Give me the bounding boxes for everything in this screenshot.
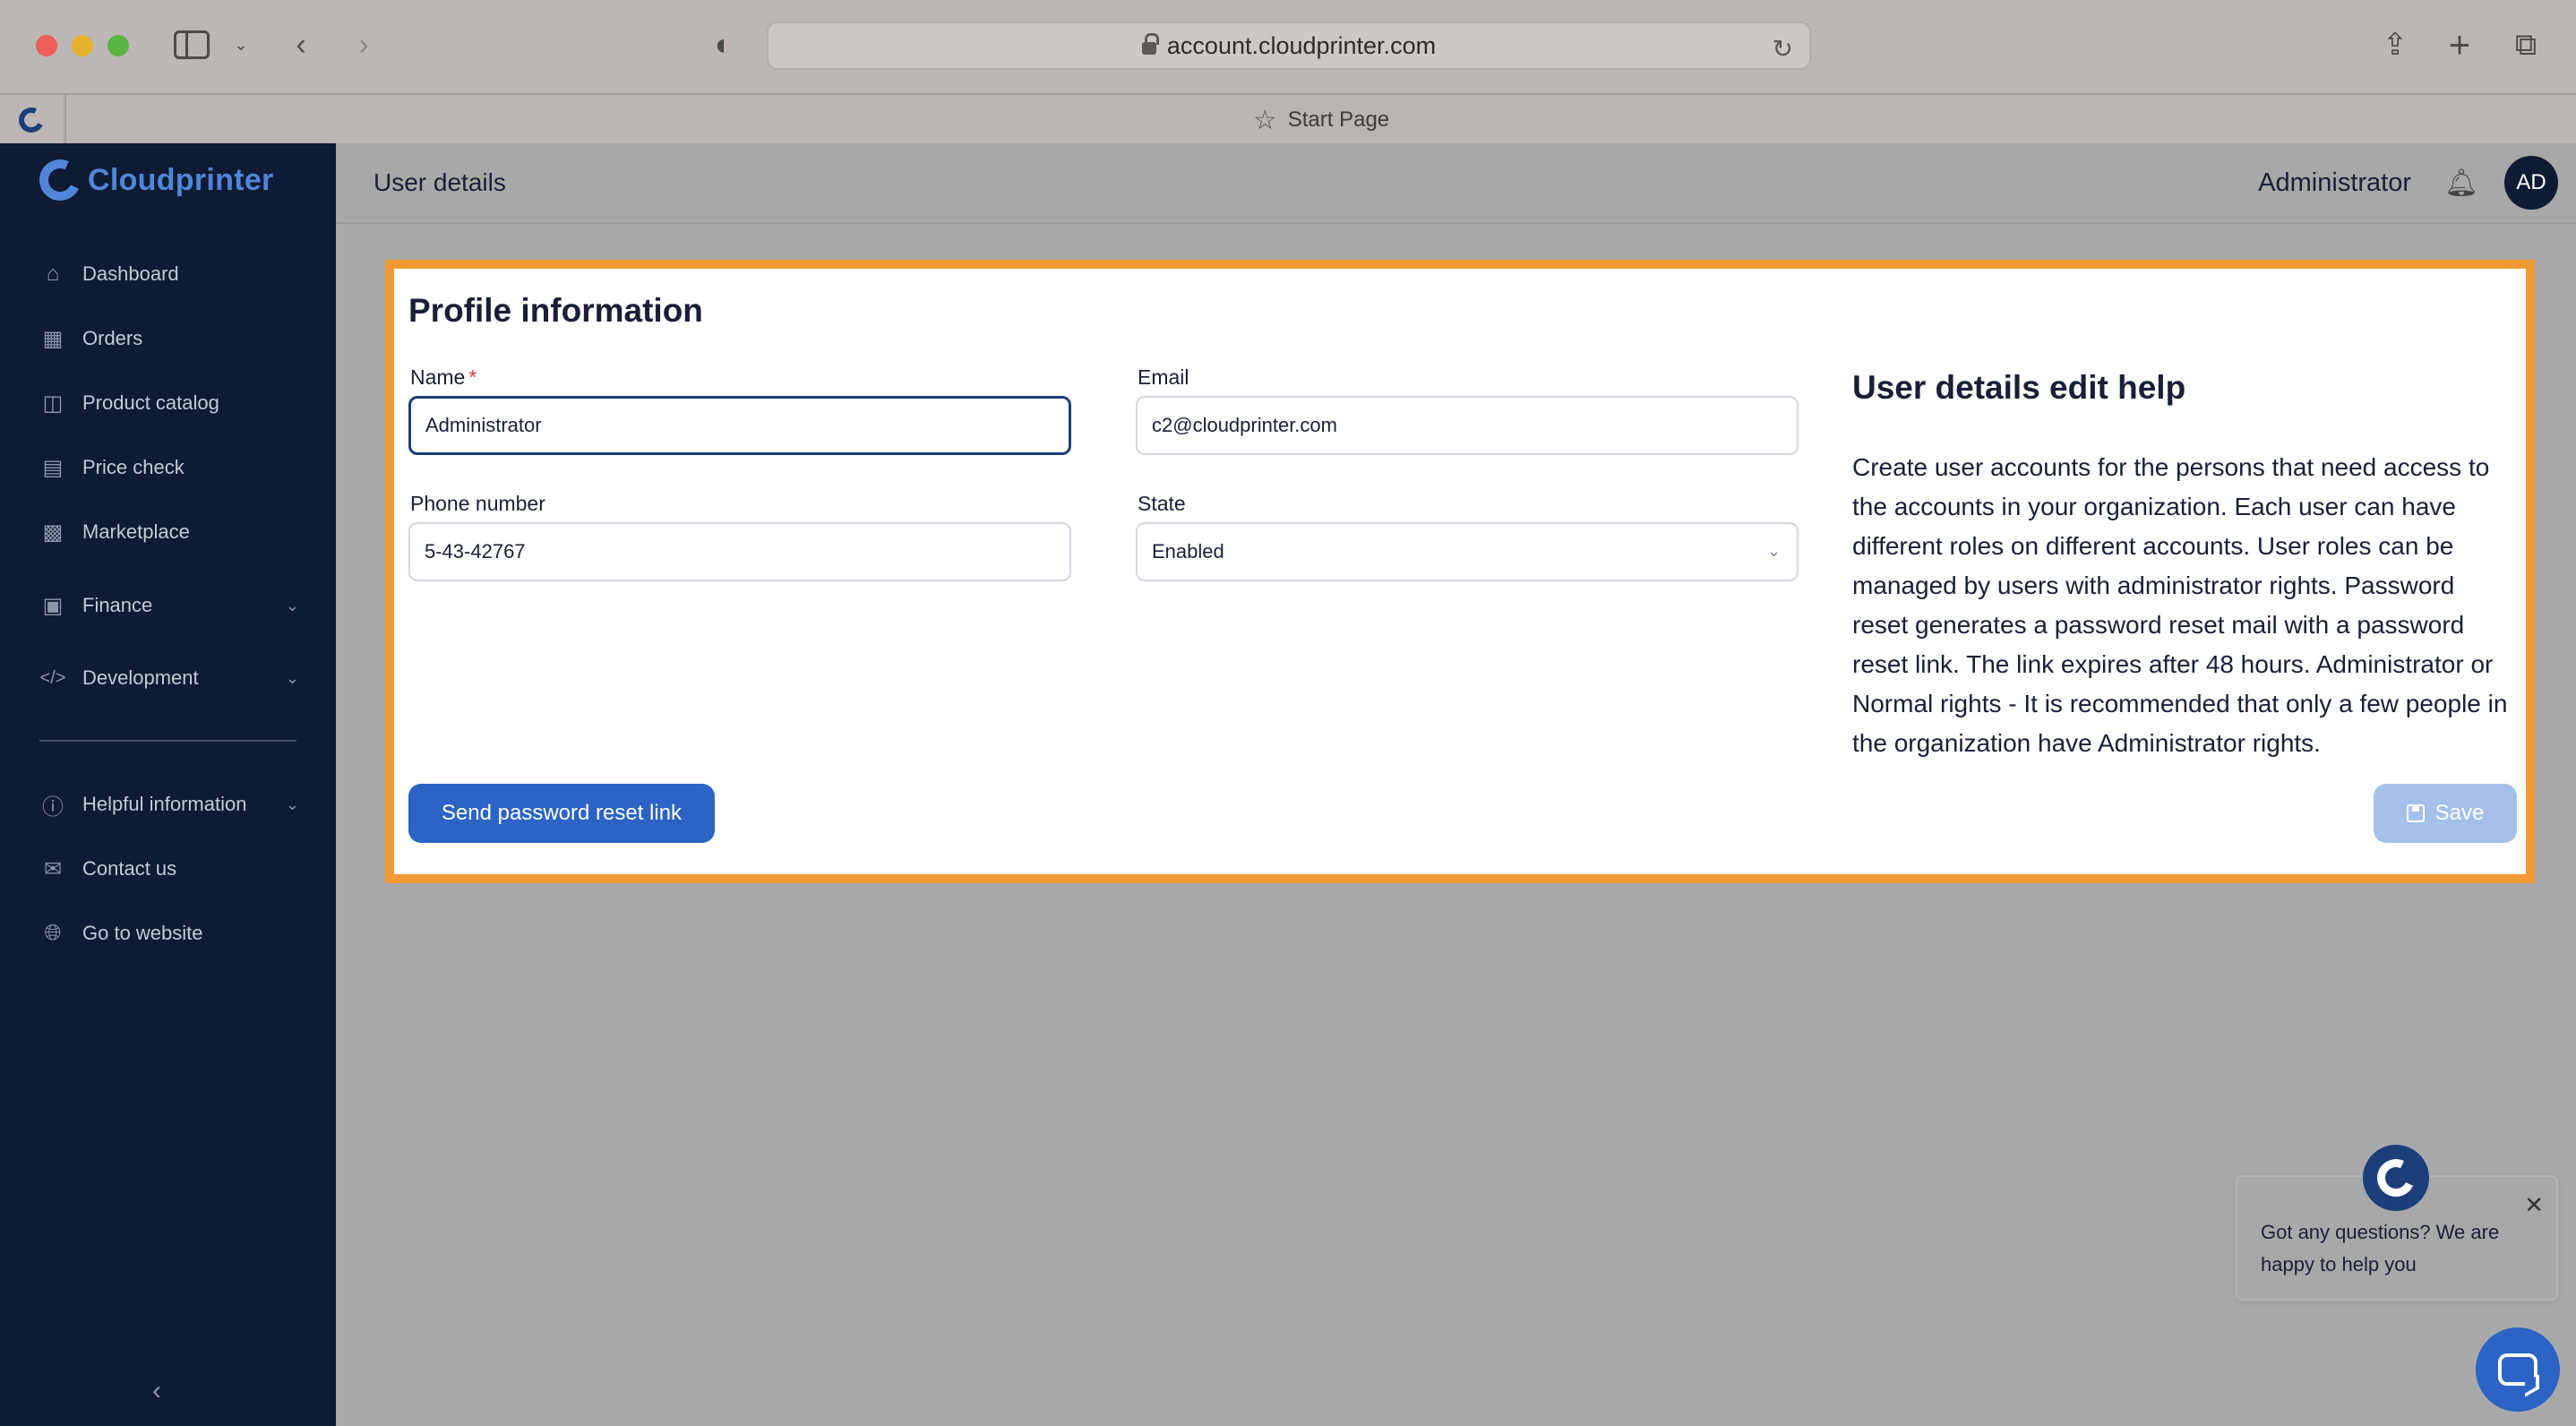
sidebar-item-label: Finance xyxy=(82,594,153,616)
collapse-sidebar-icon[interactable]: ‹ xyxy=(152,1376,161,1406)
sidebar-item-label: Orders xyxy=(82,327,143,349)
user-name[interactable]: Administrator xyxy=(2258,168,2411,198)
chevron-down-icon: ⌄ xyxy=(285,596,299,614)
save-button-label: Save xyxy=(2434,801,2485,825)
save-button[interactable]: Save xyxy=(2374,784,2517,843)
orders-icon: ▦ xyxy=(42,326,64,351)
share-icon[interactable]: ⇪ xyxy=(2377,25,2413,64)
phone-field[interactable]: 5-43-42767 xyxy=(408,522,1071,581)
tabs-overview-icon[interactable]: ⧉ xyxy=(2508,25,2544,64)
phone-label: Phone number xyxy=(410,492,545,515)
save-icon xyxy=(2406,804,2425,822)
sidebar-item-development[interactable]: </> Development ⌄ xyxy=(39,658,299,698)
sidebar-item-go-to-website[interactable]: 🌐︎ Go to website xyxy=(39,914,299,953)
sidebar-item-label: Product catalog xyxy=(82,391,219,414)
email-field-value: c2@cloudprinter.com xyxy=(1152,414,1337,436)
sidebar-item-label: Contact us xyxy=(82,857,177,880)
question-icon: ⓘ xyxy=(42,795,64,820)
cloudprinter-favicon-icon[interactable] xyxy=(0,95,63,145)
sidebar-item-product-catalog[interactable]: ◫ Product catalog xyxy=(39,383,299,423)
chevron-down-icon: ⌄ xyxy=(1766,542,1781,560)
state-select[interactable]: Enabled ⌄ xyxy=(1136,522,1799,581)
maximize-window-button[interactable] xyxy=(107,35,129,56)
home-icon: ⌂ xyxy=(46,262,60,286)
profile-heading: Profile information xyxy=(408,292,703,329)
close-window-button[interactable] xyxy=(36,35,57,56)
name-field-value: Administrator xyxy=(425,414,542,436)
name-label: Name * xyxy=(410,365,477,390)
sidebar-item-orders[interactable]: ▦ Orders xyxy=(39,319,299,358)
sidebar-item-label: Development xyxy=(82,666,199,689)
sidebar-item-marketplace[interactable]: ▩ Marketplace xyxy=(39,512,299,552)
brand-name: Cloudprinter xyxy=(88,162,274,197)
code-icon: </> xyxy=(39,667,66,688)
sidebar-item-helpful-information[interactable]: ⓘ Helpful information ⌄ xyxy=(39,785,299,824)
chevron-down-icon: ⌄ xyxy=(285,795,299,813)
chevron-down-icon: ⌄ xyxy=(285,668,299,687)
name-label-text: Name xyxy=(410,365,466,389)
state-select-value: Enabled xyxy=(1152,540,1224,563)
email-label: Email xyxy=(1138,365,1189,389)
brand-logo[interactable]: Cloudprinter xyxy=(33,153,274,207)
help-title: User details edit help xyxy=(1852,369,2186,406)
back-icon[interactable]: ‹ xyxy=(285,27,317,63)
sidebar-item-label: Dashboard xyxy=(82,262,179,285)
sidebar-item-label: Helpful information xyxy=(82,793,247,815)
chat-agent-avatar xyxy=(2363,1145,2429,1211)
sidebar-item-label: Marketplace xyxy=(82,520,190,543)
tab-title: Start Page xyxy=(1287,107,1390,132)
star-icon: ☆ xyxy=(1252,105,1277,135)
bell-icon[interactable]: 🔔︎ xyxy=(2444,167,2478,199)
chat-bubble-icon xyxy=(2498,1353,2537,1386)
email-field[interactable]: c2@cloudprinter.com xyxy=(1136,396,1799,455)
lock-icon xyxy=(1141,33,1159,55)
marketplace-icon: ▩ xyxy=(42,520,64,545)
sidebar-item-price-check[interactable]: ▤ Price check xyxy=(39,448,299,487)
new-tab-icon[interactable]: + xyxy=(2442,25,2477,64)
cloudprinter-logo-icon xyxy=(2372,1154,2420,1202)
catalog-icon: ◫ xyxy=(42,391,64,416)
chat-message: Got any questions? We are happy to help … xyxy=(2261,1221,2500,1276)
chevron-down-icon[interactable]: ⌄ xyxy=(231,30,251,59)
finance-icon: ▣ xyxy=(42,593,64,618)
send-password-reset-button[interactable]: Send password reset link xyxy=(408,784,715,843)
avatar[interactable]: AD xyxy=(2504,156,2558,210)
sidebar-item-finance[interactable]: ▣ Finance ⌄ xyxy=(39,586,299,625)
chat-icon: ✉ xyxy=(43,856,63,881)
page-title: User details xyxy=(374,168,506,196)
sidebar-item-dashboard[interactable]: ⌂ Dashboard xyxy=(39,254,299,294)
browser-toolbar: ⌄ ‹ › ◐ account.cloudprinter.com ↻ ⇪ + ⧉ xyxy=(0,0,2576,93)
chat-launcher-button[interactable] xyxy=(2476,1327,2560,1412)
receipt-icon: ▤ xyxy=(42,455,64,480)
globe-icon: 🌐︎ xyxy=(44,921,62,945)
reload-icon[interactable]: ↻ xyxy=(1773,34,1793,64)
sidebar: Cloudprinter ⌂ Dashboard ▦ Orders ◫ Prod… xyxy=(0,143,336,1426)
tab-start-page[interactable]: ☆ Start Page xyxy=(64,95,2576,145)
sidebar-toggle-icon[interactable] xyxy=(174,30,210,59)
required-marker: * xyxy=(468,365,477,389)
name-field[interactable]: Administrator xyxy=(408,396,1071,455)
profile-card: Profile information Name * Administrator … xyxy=(385,260,2535,883)
cloudprinter-logo-icon xyxy=(33,153,87,207)
app-header: User details Administrator 🔔︎ AD xyxy=(336,143,2576,224)
sidebar-divider xyxy=(39,740,296,742)
state-label: State xyxy=(1138,492,1186,515)
sidebar-item-label: Price check xyxy=(82,456,185,478)
sidebar-item-label: Go to website xyxy=(82,922,203,944)
url-text: account.cloudprinter.com xyxy=(1166,31,1437,59)
address-bar[interactable]: account.cloudprinter.com ↻ xyxy=(767,21,1811,70)
phone-field-value: 5-43-42767 xyxy=(425,540,526,563)
close-icon[interactable]: ✕ xyxy=(2524,1191,2544,1219)
help-body: Create user accounts for the persons tha… xyxy=(1852,453,2508,757)
forward-icon[interactable]: › xyxy=(348,27,380,63)
minimize-window-button[interactable] xyxy=(72,35,93,56)
sidebar-item-contact-us[interactable]: ✉ Contact us xyxy=(39,849,299,889)
tab-bar: ☆ Start Page xyxy=(0,93,2576,145)
shield-icon[interactable]: ◐ xyxy=(708,29,740,61)
